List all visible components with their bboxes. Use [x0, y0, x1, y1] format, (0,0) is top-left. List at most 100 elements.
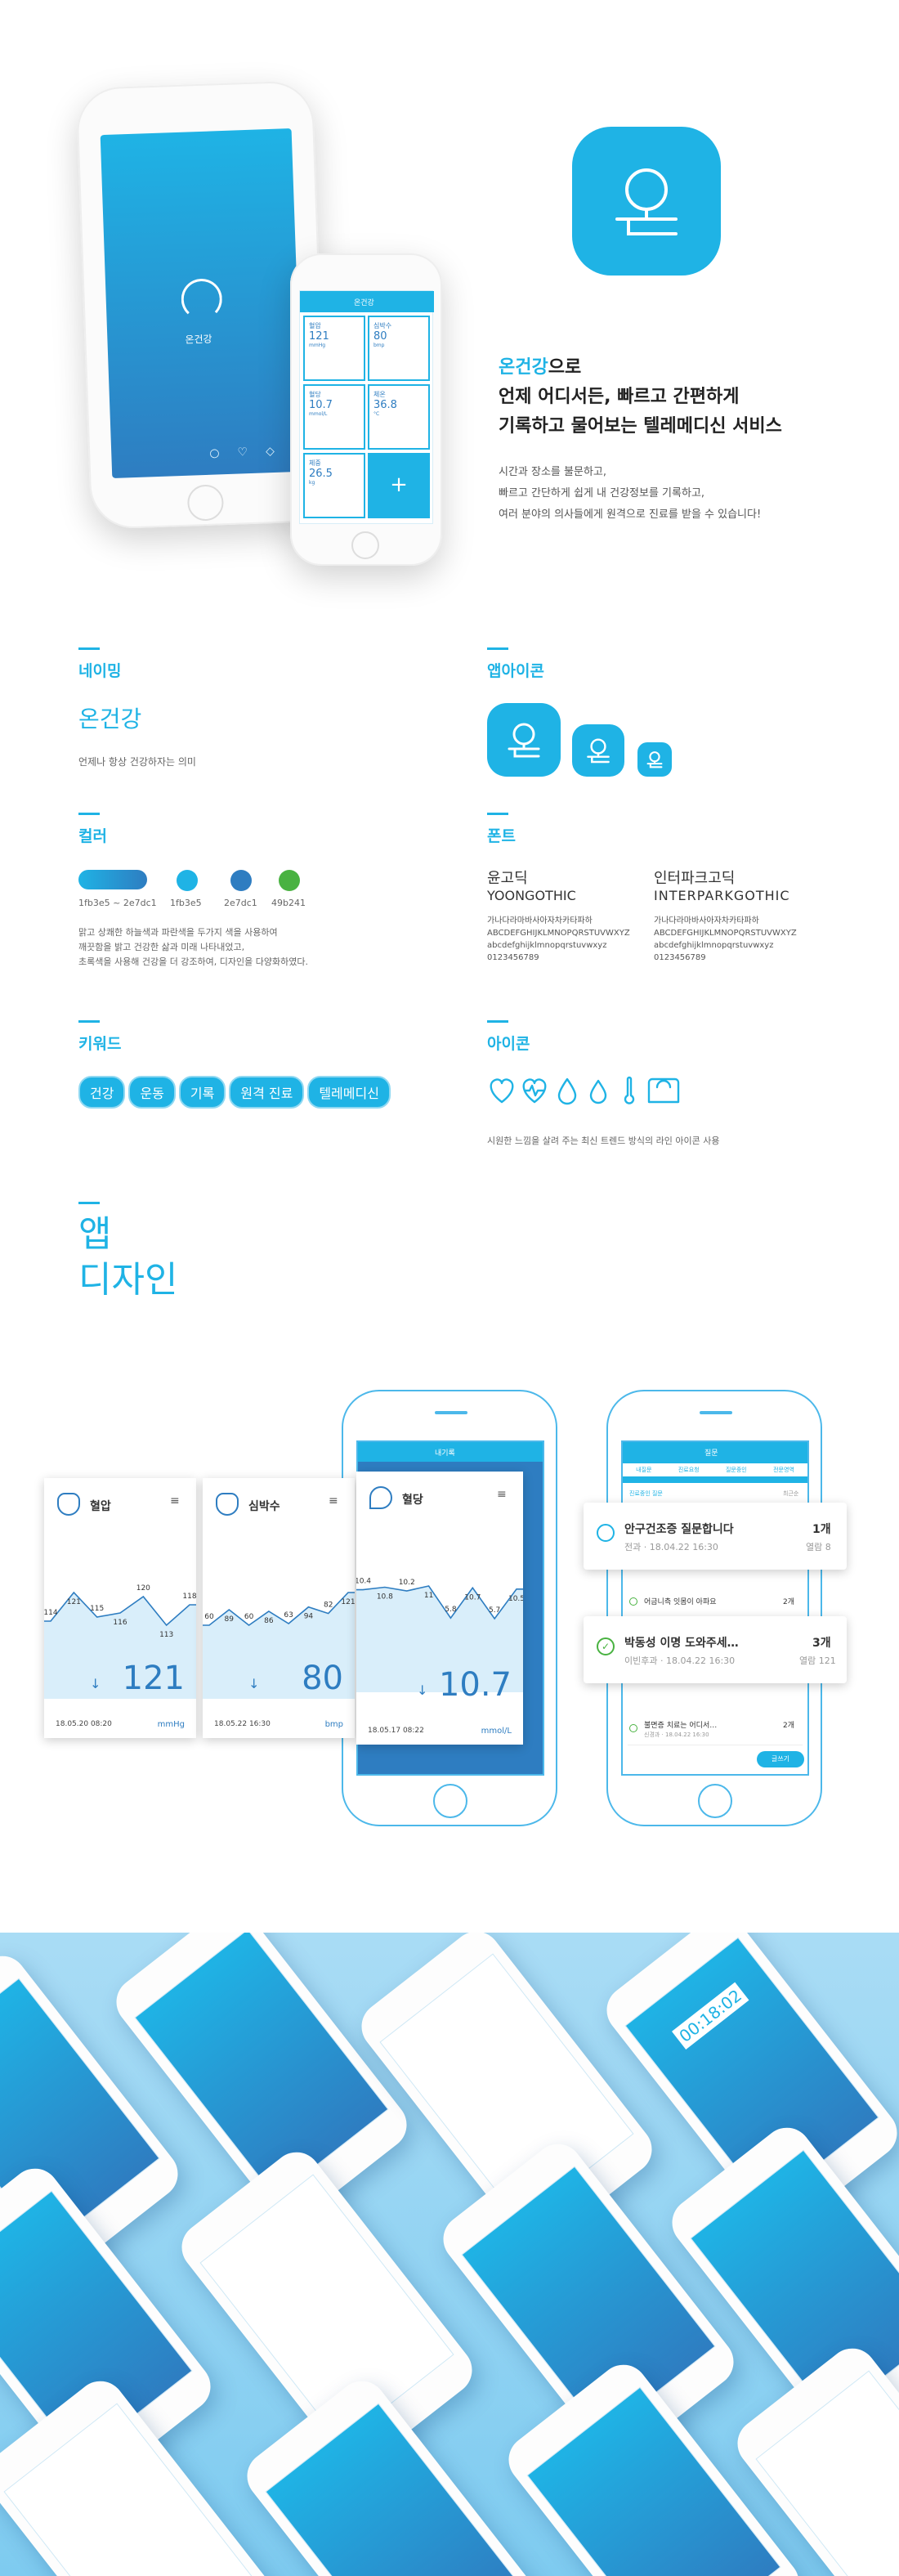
measure-card[interactable]: 심박수 ≡ 60 89 60 86 63 94 82 121 ↓ 80 18.05.22 16:30 bm…	[203, 1478, 355, 1738]
middle-header: 내기록	[435, 1449, 455, 1458]
card-unit: mmol/L	[481, 1727, 512, 1736]
color-desc: 맑고 상쾌한 하늘색과 파란색을 두가지 색을 사용하여 깨끗함을 밝고 건강한…	[78, 927, 308, 967]
keyword-title: 키워드	[78, 1020, 121, 1054]
naming-title: 네이밍	[78, 647, 121, 681]
naming-name: 온건강	[78, 706, 142, 732]
heart-icon	[57, 1493, 80, 1516]
app-icon-m	[572, 724, 624, 777]
dash-tile[interactable]: 체온 36.8 °C	[368, 384, 430, 450]
point-label: 89	[225, 1615, 235, 1624]
point-label: 114	[44, 1609, 58, 1617]
color-title: 컬러	[78, 813, 107, 846]
home-button[interactable]	[186, 484, 225, 522]
font-sample-1: 윤고딕 YOONGOTHIC 가나다라마바사아자차카타파하 ABCDEFGHIJ…	[487, 870, 630, 962]
tab-0[interactable]: 내질문	[636, 1466, 651, 1474]
point-label: 5.8	[445, 1606, 457, 1614]
swatch-green	[279, 870, 300, 891]
icon-set	[487, 1073, 683, 1112]
font-sample-2: 인터파크고딕 INTERPARKGOTHIC 가나다라마바사아자차카타파하 AB…	[654, 870, 797, 962]
bottom-icons: ○♡◇◊	[209, 443, 304, 460]
card-date: 18.05.17 08:22	[368, 1727, 424, 1735]
dash-tiles: 혈압 121 mmHg 심박수 80 bmp 혈당 10.7 mmol/L 체온 36.8 °C 체중 2…	[303, 316, 431, 522]
app-icon-large	[572, 127, 721, 276]
list-item[interactable]: 불면증 치료는 어디서… 신경과 · 18.04.22 16:30 2개	[628, 1716, 803, 1745]
home-button[interactable]	[351, 531, 379, 559]
list-item[interactable]: 어금니측 잇몸이 아파요 2개	[628, 1589, 803, 1619]
point-label: 120	[136, 1584, 150, 1593]
point-label: 60	[204, 1613, 214, 1621]
point-label: 10.2	[399, 1579, 415, 1587]
tab-3[interactable]: 전문영역	[773, 1466, 794, 1474]
pattern-phones: 00:18:02	[0, 1933, 899, 2576]
add-tile-button[interactable]: +	[368, 453, 430, 518]
menu-icon[interactable]: ≡	[329, 1494, 338, 1508]
design-title: 앱 디자인	[78, 1202, 177, 1303]
tab-2[interactable]: 질문중인	[726, 1466, 747, 1474]
right-phone: 질문 내질문 진료요청 질문중인 전문영역 진료중인 질문 최근순 어금니측 잇몸이 …	[606, 1390, 822, 1826]
card-value: 80	[302, 1660, 343, 1697]
right-screen: 질문 내질문 진료요청 질문중인 전문영역 진료중인 질문 최근순 어금니측 잇몸이 …	[621, 1440, 809, 1776]
icon-title: 아이콘	[487, 1020, 530, 1054]
swatch-label: 1fb3e5	[170, 898, 202, 908]
brand-logo-icon	[180, 278, 223, 320]
heartbeat-icon	[522, 1078, 547, 1104]
dash-tile[interactable]: 체중 26.5 kg	[303, 453, 365, 518]
heart-icon	[490, 1078, 514, 1104]
dash-tile[interactable]: 혈압 121 mmHg	[303, 316, 365, 381]
menu-icon[interactable]: ≡	[170, 1494, 180, 1508]
point-label: 10.8	[377, 1593, 393, 1602]
point-label: 10.7	[464, 1593, 481, 1602]
point-label: 115	[90, 1605, 104, 1613]
point-label: 121	[341, 1598, 355, 1606]
drop-icon	[369, 1486, 392, 1509]
point-label: 116	[113, 1619, 127, 1627]
hero-desc: 시간과 장소를 불문하고, 빠르고 간단하게 쉽게 내 건강정보를 기록하고, …	[499, 466, 762, 521]
home-button[interactable]	[433, 1784, 467, 1818]
tab-1[interactable]: 진료요청	[678, 1466, 700, 1474]
point-label: 121	[67, 1598, 81, 1606]
hero-small-phone: 온건강 혈압 121 mmHg 심박수 80 bmp 혈당 10.7 mmol/L 체온 36.8 °…	[290, 253, 442, 566]
hero-tagline: 온건강으로 언제 어디서든, 빠르고 간편하게 기록하고 물어보는 텔레메디신 …	[499, 353, 782, 441]
card-title: 심박수	[248, 1500, 280, 1513]
down-arrow-icon: ↓	[417, 1682, 428, 1698]
right-tabs: 내질문 진료요청 질문중인 전문영역	[623, 1463, 807, 1476]
menu-icon[interactable]: ≡	[497, 1488, 507, 1501]
pattern-background: 00:18:02	[0, 1933, 899, 2576]
down-arrow-icon: ↓	[90, 1676, 101, 1691]
measure-card[interactable]: 혈압 ≡ 114 121 115 116 120 113 118 ↓ 121 18.05.20 08:…	[44, 1478, 196, 1738]
point-label: 63	[284, 1611, 293, 1620]
right-header: 질문	[704, 1449, 718, 1458]
tagline-line3: 기록하고 물어보는 텔레메디신 서비스	[499, 416, 782, 437]
earpiece	[435, 1411, 467, 1414]
keyword-chip: 기록	[178, 1076, 226, 1109]
question-card-1[interactable]: 안구건조증 질문합니다 전과 · 18.04.22 16:30 1개 열람 8	[584, 1503, 847, 1570]
card-date: 18.05.22 16:30	[214, 1720, 271, 1728]
tagline-line2: 언제 어디서든, 빠르고 간편하게	[499, 387, 740, 407]
point-label: 60	[244, 1613, 254, 1621]
dash-title: 온건강	[354, 299, 374, 307]
measure-card[interactable]: 혈당 ≡ 10.4 10.8 10.2 11 5.8 10.7 5.7 10.5 ↓ 10.7 18.0…	[356, 1472, 523, 1745]
card-title: 혈당	[402, 1494, 423, 1507]
dash-tile[interactable]: 심박수 80 bmp	[368, 316, 430, 381]
home-button[interactable]	[698, 1784, 732, 1818]
app-icon-l	[487, 703, 561, 777]
question-card-2[interactable]: ✓ 박동성 이명 도와주세… 이빈후과 · 18.04.22 16:30 3개 …	[584, 1616, 847, 1683]
drop-icon-2	[589, 1079, 607, 1104]
font-title: 폰트	[487, 813, 516, 846]
timer-text: 00:18:02	[672, 1982, 749, 2050]
card-value: 121	[122, 1660, 185, 1697]
write-button[interactable]: 글쓰기	[757, 1751, 804, 1767]
dash-tile[interactable]: 혈당 10.7 mmol/L	[303, 384, 365, 450]
keyword-chip: 텔레메디신	[307, 1076, 391, 1109]
scale-icon	[647, 1077, 680, 1104]
keyword-chip: 원격 진료	[229, 1076, 305, 1109]
swatch-label: 49b241	[271, 898, 306, 908]
keyword-chip: 건강	[78, 1076, 126, 1109]
point-label: 11	[424, 1592, 433, 1600]
sort-label[interactable]: 최근순	[783, 1490, 798, 1498]
point-label: 10.5	[508, 1595, 523, 1603]
keyword-chips: 건강 운동 기록 원격 진료 텔레메디신	[78, 1076, 471, 1109]
appicon-title: 앱아이콘	[487, 647, 544, 681]
point-label: 5.7	[489, 1606, 500, 1615]
tagline-brand: 온건강	[499, 357, 548, 378]
